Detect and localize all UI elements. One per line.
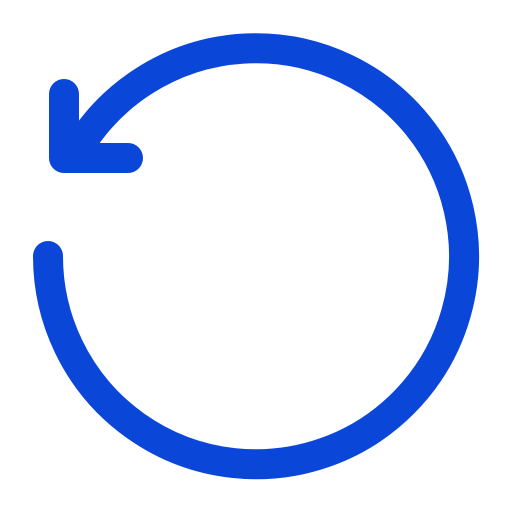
rotate-ccw-icon[interactable] [0, 0, 512, 512]
icon-canvas [0, 0, 512, 512]
rotate-ccw-icon-graphic [33, 33, 479, 480]
rotate-arc [33, 33, 479, 480]
